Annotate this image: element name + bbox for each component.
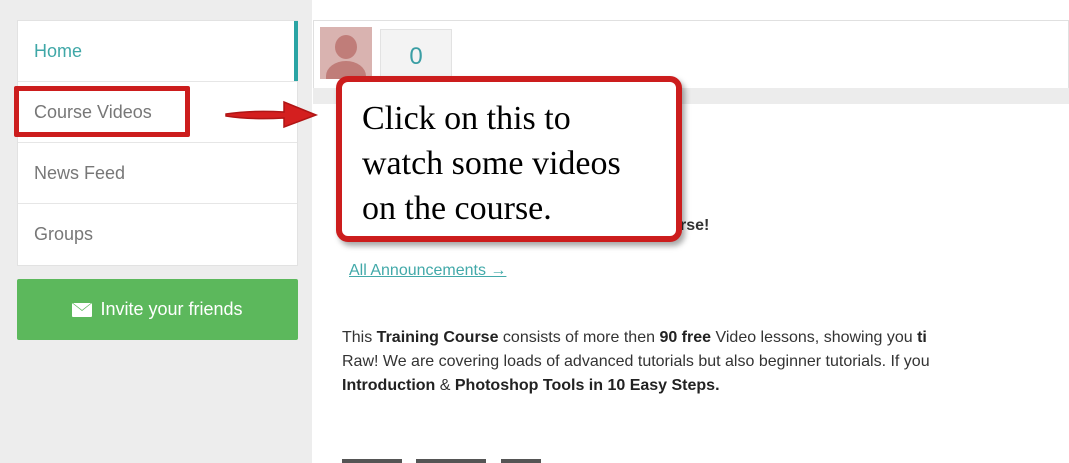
sidebar-item-groups[interactable]: Groups: [18, 204, 297, 265]
course-description: This Training Course consists of more th…: [342, 326, 1069, 398]
user-avatar-icon[interactable]: [320, 27, 372, 79]
annotation-highlight-box: [14, 86, 190, 137]
all-announcements-link[interactable]: All Announcements →: [349, 262, 506, 280]
sidebar-item-home[interactable]: Home: [18, 21, 298, 82]
sidebar-item-news-feed[interactable]: News Feed: [18, 143, 297, 204]
envelope-icon: [72, 302, 93, 317]
description-line-1: This Training Course consists of more th…: [342, 329, 927, 346]
sidebar-item-label: Home: [34, 40, 83, 61]
description-line-3: Introduction & Photoshop Tools in 10 Eas…: [342, 377, 720, 394]
annotation-arrow-icon: [225, 100, 319, 129]
cutoff-heading: [342, 452, 542, 463]
sidebar-nav: Home Course Videos News Feed Groups: [17, 20, 298, 266]
invite-friends-button[interactable]: Invite your friends: [17, 279, 298, 340]
announcement-title-partial: rse!: [680, 217, 710, 234]
invite-button-label: Invite your friends: [100, 299, 243, 319]
sidebar-item-label: News Feed: [34, 162, 126, 183]
callout-line: on the course.: [362, 190, 552, 227]
sidebar-item-label: Groups: [34, 224, 94, 244]
description-line-2: Raw! We are covering loads of advanced t…: [342, 353, 930, 370]
annotation-callout: Click on this to watch some videos on th…: [336, 76, 682, 242]
callout-line: Click on this to: [362, 100, 571, 137]
callout-line: watch some videos: [362, 145, 621, 182]
